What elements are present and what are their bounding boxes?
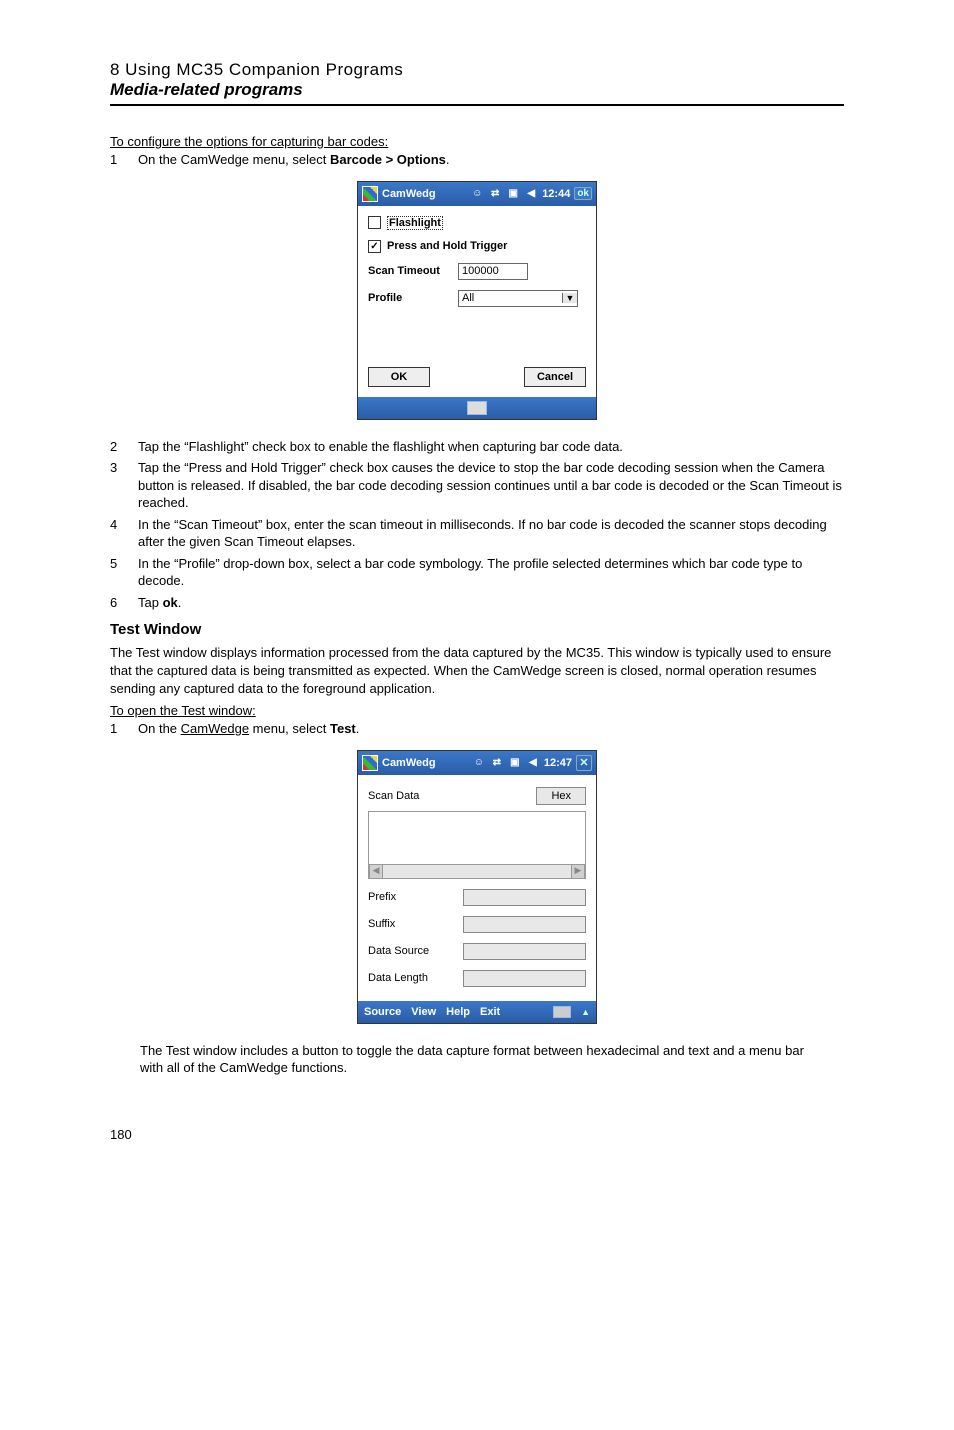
step-row: 1 On the CamWedge menu, select Test. bbox=[110, 720, 844, 738]
options-window: CamWedg ☺ ⇄ ▣ ◀ 12:44 ok Flashlight ✓ Pr… bbox=[357, 181, 597, 420]
config-section: To configure the options for capturing b… bbox=[110, 134, 844, 169]
volume-icon[interactable]: ◀ bbox=[526, 756, 540, 770]
battery-icon: ▣ bbox=[508, 756, 522, 770]
datasource-input[interactable] bbox=[463, 943, 586, 960]
suffix-label: Suffix bbox=[368, 918, 463, 930]
presshold-label: Press and Hold Trigger bbox=[387, 240, 507, 252]
datalength-input[interactable] bbox=[463, 970, 586, 987]
test-body: Scan Data Hex ◀ ▶ Prefix Suffix Data Sou… bbox=[358, 775, 596, 1001]
signal-icon: ⇄ bbox=[490, 756, 504, 770]
section-title: Media-related programs bbox=[110, 80, 844, 100]
emoji-icon[interactable]: ☺ bbox=[472, 756, 486, 770]
presshold-row: ✓ Press and Hold Trigger bbox=[368, 240, 586, 253]
datasource-label: Data Source bbox=[368, 945, 463, 957]
scan-data-area[interactable] bbox=[368, 811, 586, 865]
page-number: 180 bbox=[110, 1127, 844, 1142]
scan-timeout-label: Scan Timeout bbox=[368, 265, 450, 277]
step-row: 3 Tap the “Press and Hold Trigger” check… bbox=[110, 459, 844, 512]
datalength-label: Data Length bbox=[368, 972, 463, 984]
flashlight-label: Flashlight bbox=[387, 216, 443, 230]
chevron-down-icon[interactable]: ▼ bbox=[562, 293, 577, 303]
clock: 12:47 bbox=[544, 757, 572, 769]
suffix-input[interactable] bbox=[463, 916, 586, 933]
scan-timeout-row: Scan Timeout 100000 bbox=[368, 263, 586, 280]
hex-button[interactable]: Hex bbox=[536, 787, 586, 805]
scan-timeout-input[interactable]: 100000 bbox=[458, 263, 528, 280]
profile-row: Profile All ▼ bbox=[368, 290, 586, 307]
keyboard-icon[interactable] bbox=[553, 1006, 571, 1018]
menu-source[interactable]: Source bbox=[364, 1006, 401, 1018]
profile-dropdown[interactable]: All ▼ bbox=[458, 290, 578, 307]
close-button[interactable]: ✕ bbox=[576, 755, 592, 771]
step-row: 4 In the “Scan Timeout” box, enter the s… bbox=[110, 516, 844, 551]
chapter-title: 8 Using MC35 Companion Programs bbox=[110, 60, 844, 80]
start-icon[interactable] bbox=[362, 755, 378, 771]
profile-value: All bbox=[459, 292, 562, 304]
keyboard-icon[interactable] bbox=[467, 401, 487, 415]
volume-icon[interactable]: ◀ bbox=[524, 187, 538, 201]
config-heading: To configure the options for capturing b… bbox=[110, 134, 844, 149]
suffix-row: Suffix bbox=[368, 916, 586, 933]
clock: 12:44 bbox=[542, 188, 570, 200]
battery-icon: ▣ bbox=[506, 187, 520, 201]
page-header: 8 Using MC35 Companion Programs Media-re… bbox=[110, 60, 844, 106]
test-window-heading: Test Window bbox=[110, 621, 844, 638]
prefix-row: Prefix bbox=[368, 889, 586, 906]
window-title: CamWedg bbox=[382, 188, 436, 200]
menu-view[interactable]: View bbox=[411, 1006, 436, 1018]
cancel-button[interactable]: Cancel bbox=[524, 367, 586, 387]
presshold-checkbox[interactable]: ✓ bbox=[368, 240, 381, 253]
test-window-caption: The Test window includes a button to tog… bbox=[140, 1042, 814, 1077]
step-text: On the CamWedge menu, select Barcode > O… bbox=[138, 151, 844, 169]
start-icon[interactable] bbox=[362, 186, 378, 202]
scan-data-row: Scan Data Hex bbox=[368, 787, 586, 805]
scroll-right-icon[interactable]: ▶ bbox=[571, 865, 585, 878]
step-row: 5 In the “Profile” drop-down box, select… bbox=[110, 555, 844, 590]
titlebar: CamWedg ☺ ⇄ ▣ ◀ 12:47 ✕ bbox=[358, 751, 596, 775]
step-row: 6 Tap ok. bbox=[110, 594, 844, 612]
test-window-paragraph: The Test window displays information pro… bbox=[110, 644, 844, 697]
h-scrollbar[interactable]: ◀ ▶ bbox=[368, 865, 586, 879]
screenshot-options: CamWedg ☺ ⇄ ▣ ◀ 12:44 ok Flashlight ✓ Pr… bbox=[110, 181, 844, 420]
signal-icon: ⇄ bbox=[488, 187, 502, 201]
step-row: 2 Tap the “Flashlight” check box to enab… bbox=[110, 438, 844, 456]
datalength-row: Data Length bbox=[368, 970, 586, 987]
menu-bar: Source View Help Exit ▲ bbox=[358, 1001, 596, 1023]
menu-help[interactable]: Help bbox=[446, 1006, 470, 1018]
titlebar: CamWedg ☺ ⇄ ▣ ◀ 12:44 ok bbox=[358, 182, 596, 206]
window-title: CamWedg bbox=[382, 757, 436, 769]
prefix-input[interactable] bbox=[463, 889, 586, 906]
prefix-label: Prefix bbox=[368, 891, 463, 903]
test-window: CamWedg ☺ ⇄ ▣ ◀ 12:47 ✕ Scan Data Hex ◀ … bbox=[357, 750, 597, 1024]
options-body: Flashlight ✓ Press and Hold Trigger Scan… bbox=[358, 206, 596, 397]
datasource-row: Data Source bbox=[368, 943, 586, 960]
ok-button[interactable]: OK bbox=[368, 367, 430, 387]
screenshot-test: CamWedg ☺ ⇄ ▣ ◀ 12:47 ✕ Scan Data Hex ◀ … bbox=[110, 750, 844, 1024]
bottom-bar bbox=[358, 397, 596, 419]
profile-label: Profile bbox=[368, 292, 450, 304]
menu-exit[interactable]: Exit bbox=[480, 1006, 500, 1018]
open-test-heading: To open the Test window: bbox=[110, 703, 844, 718]
flashlight-checkbox[interactable] bbox=[368, 216, 381, 229]
emoji-icon[interactable]: ☺ bbox=[470, 187, 484, 201]
scan-data-label: Scan Data bbox=[368, 790, 419, 802]
flashlight-row: Flashlight bbox=[368, 216, 586, 230]
steps-after-screenshot: 2 Tap the “Flashlight” check box to enab… bbox=[110, 438, 844, 612]
scroll-left-icon[interactable]: ◀ bbox=[369, 865, 383, 878]
button-row: OK Cancel bbox=[368, 367, 586, 387]
titlebar-ok-button[interactable]: ok bbox=[574, 187, 592, 200]
chevron-up-icon[interactable]: ▲ bbox=[581, 1007, 590, 1017]
step-row: 1 On the CamWedge menu, select Barcode >… bbox=[110, 151, 844, 169]
step-number: 1 bbox=[110, 151, 138, 169]
